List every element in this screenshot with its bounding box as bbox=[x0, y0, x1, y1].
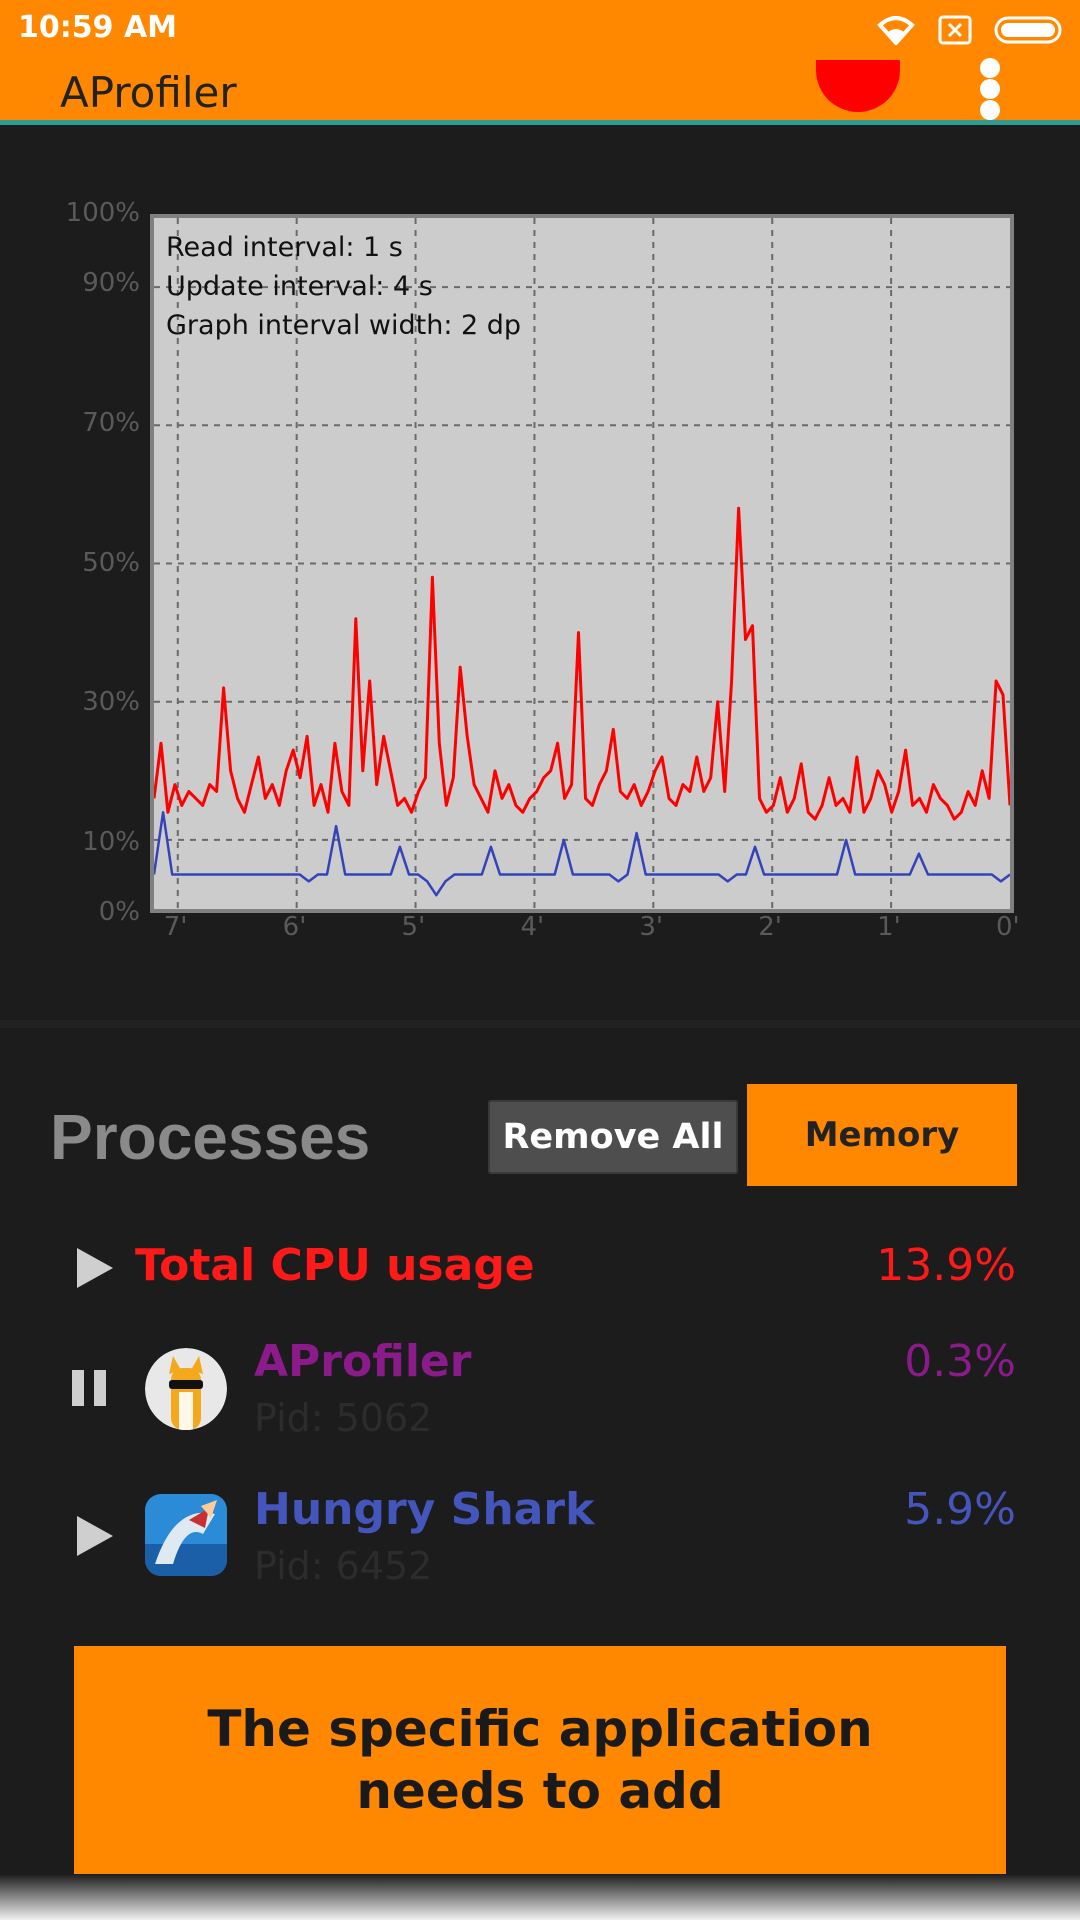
app-title: AProfiler bbox=[60, 68, 237, 117]
process-cpu-value: 5.9% bbox=[904, 1484, 1016, 1535]
add-application-banner[interactable]: The specific application needs to add bbox=[74, 1646, 1006, 1874]
processes-title: Processes bbox=[50, 1101, 371, 1173]
y-tick-label: 70% bbox=[82, 407, 140, 438]
x-tick-label: 3' bbox=[639, 912, 664, 942]
total-cpu-value: 13.9% bbox=[876, 1240, 1016, 1291]
play-icon[interactable] bbox=[75, 1514, 115, 1558]
process-pid: Pid: 6452 bbox=[254, 1544, 433, 1588]
process-cpu-value: 0.3% bbox=[904, 1336, 1016, 1387]
y-tick-label: 100% bbox=[65, 198, 140, 228]
process-row[interactable]: AProfiler 0.3% Pid: 5062 bbox=[0, 1336, 1080, 1456]
remove-all-button[interactable]: Remove All bbox=[488, 1100, 738, 1174]
battery-icon bbox=[994, 16, 1062, 44]
hungry-shark-app-icon bbox=[145, 1494, 227, 1576]
x-tick-label: 0' bbox=[996, 912, 1020, 942]
status-time: 10:59 AM bbox=[18, 10, 178, 45]
y-tick-label: 30% bbox=[82, 687, 140, 718]
play-icon[interactable] bbox=[75, 1246, 115, 1290]
y-tick-label: 50% bbox=[82, 547, 140, 578]
memory-button[interactable]: Memory bbox=[747, 1084, 1017, 1186]
sim-blocked-icon bbox=[938, 15, 972, 45]
total-cpu-row[interactable]: Total CPU usage 13.9% bbox=[0, 1240, 1080, 1330]
x-tick-label: 4' bbox=[520, 912, 545, 942]
update-interval-label: Update interval: 4 s bbox=[166, 271, 433, 302]
x-tick-label: 1' bbox=[877, 912, 901, 942]
y-tick-label: 90% bbox=[82, 267, 140, 298]
total-cpu-series-line bbox=[154, 506, 1010, 821]
pause-icon[interactable] bbox=[70, 1366, 110, 1410]
bottom-fade bbox=[0, 1874, 1080, 1920]
process-row[interactable]: Hungry Shark 5.9% Pid: 6452 bbox=[0, 1484, 1080, 1604]
graph-width-label: Graph interval width: 2 dp bbox=[166, 310, 522, 341]
status-icons bbox=[876, 12, 1066, 48]
banner-text: The specific application needs to add bbox=[207, 1700, 873, 1820]
overflow-menu-icon[interactable] bbox=[980, 58, 1000, 120]
y-tick-label: 0% bbox=[98, 897, 140, 927]
aprofiler-app-icon bbox=[145, 1348, 227, 1430]
x-tick-label: 5' bbox=[401, 912, 426, 942]
process-name: Hungry Shark bbox=[254, 1484, 595, 1535]
hungry-shark-series-line bbox=[154, 811, 1010, 897]
y-tick-label: 10% bbox=[82, 827, 140, 858]
x-tick-label: 6' bbox=[282, 912, 307, 942]
x-tick-label: 2' bbox=[758, 912, 782, 942]
x-tick-label: 7' bbox=[163, 912, 188, 942]
process-pid: Pid: 5062 bbox=[254, 1396, 433, 1440]
section-divider bbox=[0, 1020, 1080, 1028]
process-name: AProfiler bbox=[254, 1336, 472, 1387]
total-cpu-label: Total CPU usage bbox=[135, 1240, 535, 1291]
graph-info: Read interval: 1 s Update interval: 4 s … bbox=[166, 228, 521, 345]
read-interval-label: Read interval: 1 s bbox=[166, 232, 403, 263]
wifi-icon bbox=[877, 16, 915, 45]
